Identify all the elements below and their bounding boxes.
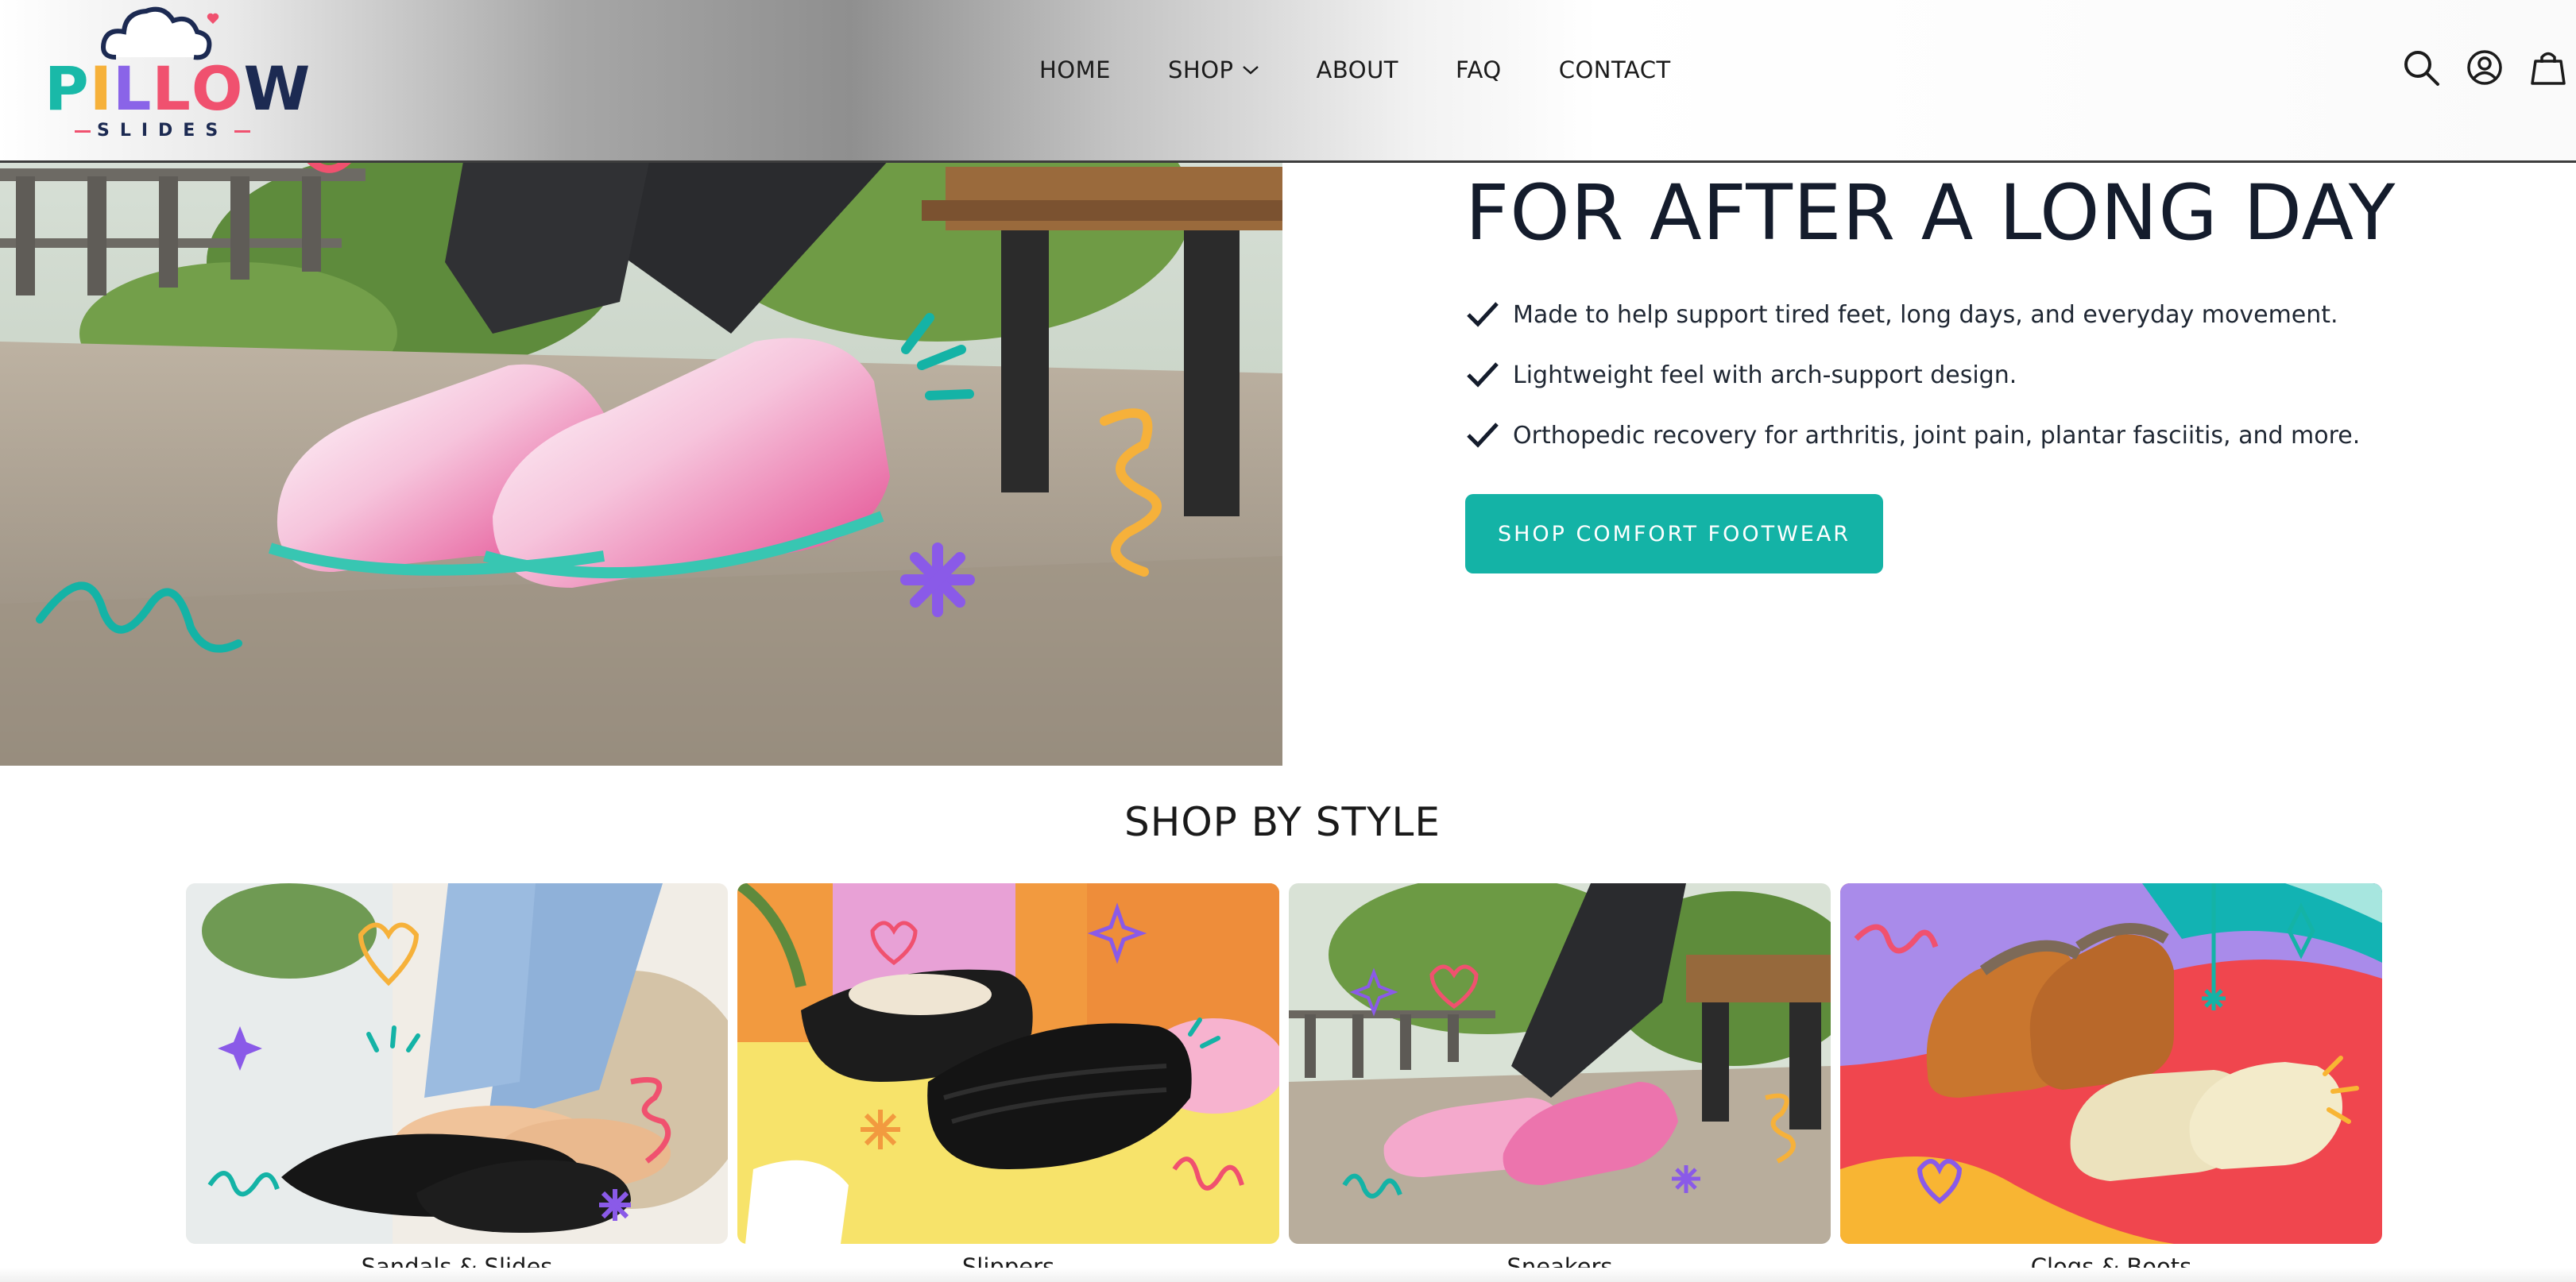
checkmark-icon [1465,297,1500,332]
category-card-slippers[interactable] [737,883,1279,1244]
site-header: PILLOW SLIDES HOME SHOP ABOUT FAQ CONTAC… [0,0,2576,163]
benefit-text: Orthopedic recovery for arthritis, joint… [1513,421,2361,450]
nav-contact[interactable]: CONTACT [1559,56,1671,83]
slippers-image [737,883,1279,1244]
brand-tagline: SLIDES [97,121,229,141]
sneakers-image [1289,883,1831,1244]
chevron-down-icon [1242,64,1259,75]
brand-name: PILLOW [44,59,311,119]
hero-benefits-list: Made to help support tired feet, long da… [1465,284,2360,465]
shop-comfort-footwear-button[interactable]: SHOP COMFORT FOOTWEAR [1465,494,1883,573]
account-icon[interactable] [2465,48,2504,87]
brand-letter: P [44,53,90,124]
nav-shop[interactable]: SHOP [1168,56,1259,83]
benefit-text: Made to help support tired feet, long da… [1513,300,2338,329]
nav-home[interactable]: HOME [1039,56,1111,83]
tagline-dash [75,129,91,133]
clogs-boots-image [1840,883,2382,1244]
sandals-image [186,883,728,1244]
nav-faq[interactable]: FAQ [1456,56,1502,83]
checkmark-icon [1465,418,1500,453]
brand-letter: O [191,53,244,124]
cart-icon[interactable] [2528,48,2568,87]
checkmark-icon [1465,357,1500,392]
benefit-item: Orthopedic recovery for arthritis, joint… [1465,405,2360,465]
category-card-sneakers[interactable] [1289,883,1831,1244]
shop-by-style-title: SHOP BY STYLE [1124,799,1441,845]
brand-letter: I [89,53,113,124]
benefit-item: Lightweight feel with arch-support desig… [1465,345,2360,405]
search-icon[interactable] [2401,48,2441,87]
category-card-clogs-boots[interactable] [1840,883,2382,1244]
header-actions [2401,48,2568,87]
page-bottom-fade [0,1268,2576,1282]
category-card-sandals-slides[interactable] [186,883,728,1244]
brand-letter: W [243,53,311,124]
brand-tagline-wrap: SLIDES [68,121,257,141]
brand-letter: L [152,53,191,124]
nav-about[interactable]: ABOUT [1317,56,1399,83]
main-nav: HOME SHOP ABOUT FAQ CONTACT [1039,49,1671,91]
nav-shop-label: SHOP [1167,56,1234,83]
brand-letter: L [112,53,153,124]
benefit-item: Made to help support tired feet, long da… [1465,284,2360,345]
benefit-text: Lightweight feel with arch-support desig… [1513,361,2017,389]
hero-title: FOR AFTER A LONG DAY [1465,168,2396,257]
hero-content: FOR AFTER A LONG DAY Made to help suppor… [1282,160,2576,766]
brand-logo[interactable]: PILLOW SLIDES [44,2,310,153]
tagline-dash [234,129,251,133]
